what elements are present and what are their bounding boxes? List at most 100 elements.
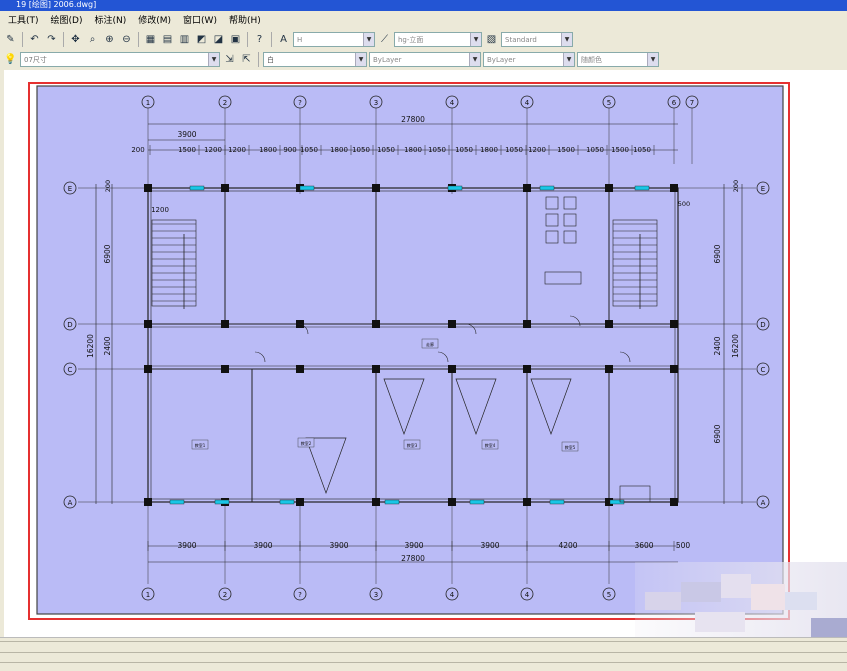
- lightbulb-icon[interactable]: 💡: [3, 52, 18, 67]
- column: [221, 365, 229, 373]
- left-total-dim: 16200: [86, 334, 95, 358]
- zoom-previous-icon[interactable]: ⊖: [119, 32, 134, 47]
- color-select[interactable]: 白 ▼: [263, 52, 367, 67]
- chevron-down-icon: ▼: [470, 33, 481, 46]
- toolbar-separator: [258, 52, 259, 67]
- axis-label-right: D: [760, 321, 765, 329]
- dim-style-icon[interactable]: ⟋: [377, 32, 392, 47]
- column: [670, 320, 678, 328]
- left-dim: 2400: [103, 336, 112, 355]
- properties-icon[interactable]: ▦: [143, 32, 158, 47]
- linetype-value: ByLayer: [373, 55, 402, 64]
- axis-label-top: 1: [146, 99, 150, 107]
- column: [144, 320, 152, 328]
- toolbar-separator: [271, 32, 272, 47]
- top-detail-dim: 1200: [204, 146, 222, 154]
- axis-label-top: 3: [374, 99, 378, 107]
- window: [299, 185, 315, 191]
- axis-label-top: 4: [525, 99, 530, 107]
- chevron-down-icon: ▼: [561, 33, 572, 46]
- menu-tools[interactable]: 工具(T): [2, 13, 45, 29]
- layer-select[interactable]: 07尺寸 ▼: [20, 52, 220, 67]
- pan-icon[interactable]: ✥: [68, 32, 83, 47]
- lineweight-select[interactable]: ByLayer ▼: [483, 52, 575, 67]
- pencil-icon[interactable]: ✎: [3, 32, 18, 47]
- model-space[interactable]: 1 2? 3 4 4 5 6 7 1 2? 3 4 4 5 E D C A E D C A 27800 3900 200 1500…: [4, 70, 847, 637]
- right-total-dim: 16200: [731, 334, 740, 358]
- menu-help[interactable]: 帮助(H): [223, 13, 267, 29]
- toolbar-separator: [63, 32, 64, 47]
- help-icon[interactable]: ?: [252, 32, 267, 47]
- markup-icon[interactable]: ◪: [211, 32, 226, 47]
- axis-label-right: A: [761, 499, 766, 507]
- undo-icon[interactable]: ↶: [27, 32, 42, 47]
- chevron-down-icon: ▼: [469, 53, 480, 66]
- bottom-dim: 3600: [634, 541, 653, 550]
- axis-label-right: C: [761, 366, 766, 374]
- axis-label-left: C: [68, 366, 73, 374]
- column: [372, 320, 380, 328]
- menu-modify[interactable]: 修改(M): [132, 13, 177, 29]
- lineweight-value: ByLayer: [487, 55, 516, 64]
- table-style-icon[interactable]: ▧: [484, 32, 499, 47]
- left-dim: 200: [104, 180, 112, 192]
- standard-toolbar: ✎ ↶ ↷ ✥ ⌕ ⊕ ⊖ ▦ ▤ ▥ ◩ ◪ ▣ ? A H ▼ ⟋ hg-立面…: [0, 30, 847, 49]
- zoom-window-icon[interactable]: ⊕: [102, 32, 117, 47]
- top-detail-dim: 1800: [259, 146, 277, 154]
- top-detail-dim: 1500: [557, 146, 575, 154]
- column: [523, 320, 531, 328]
- chevron-down-icon: ▼: [563, 53, 574, 66]
- axis-label-top: 5: [607, 99, 611, 107]
- right-dim: 6900: [713, 424, 722, 443]
- floor-plan[interactable]: 1 2? 3 4 4 5 6 7 1 2? 3 4 4 5 E D C A E D C A 27800 3900 200 1500…: [30, 84, 788, 618]
- top-detail-dim: 1800: [330, 146, 348, 154]
- column: [670, 498, 678, 506]
- bottom-dim: 3900: [480, 541, 499, 550]
- chevron-down-icon: ▼: [363, 33, 374, 46]
- column: [670, 184, 678, 192]
- table-style-select[interactable]: Standard ▼: [501, 32, 573, 47]
- text-style-select[interactable]: H ▼: [293, 32, 375, 47]
- menu-dimension[interactable]: 标注(N): [88, 13, 132, 29]
- menu-window[interactable]: 窗口(W): [177, 13, 223, 29]
- right-dim: 200: [732, 180, 740, 192]
- design-center-icon[interactable]: ▤: [160, 32, 175, 47]
- title-bar: 19 [绘图] 2006.dwg]: [0, 0, 847, 11]
- dim-style-select[interactable]: hg-立面 ▼: [394, 32, 482, 47]
- layer-previous-icon[interactable]: ⇱: [239, 52, 254, 67]
- axis-label-bottom: 4: [450, 591, 455, 599]
- color-value: 白: [267, 55, 274, 64]
- axis-label-top: 4: [450, 99, 455, 107]
- window: [549, 499, 565, 505]
- menu-draw[interactable]: 绘图(D): [45, 13, 89, 29]
- axis-label-top: 2: [223, 99, 227, 107]
- axis-label-right: E: [761, 185, 765, 193]
- column: [221, 184, 229, 192]
- zoom-realtime-icon[interactable]: ⌕: [85, 32, 100, 47]
- column: [448, 320, 456, 328]
- linetype-select[interactable]: ByLayer ▼: [369, 52, 481, 67]
- top-detail-dim: 200: [131, 146, 144, 154]
- bottom-dim: 500: [676, 541, 691, 550]
- axis-label-left: D: [67, 321, 72, 329]
- sheet-set-icon[interactable]: ◩: [194, 32, 209, 47]
- plotstyle-select[interactable]: 随颜色 ▼: [577, 52, 659, 67]
- bottom-dim: 3900: [329, 541, 348, 550]
- pixelated-overlay: [635, 562, 847, 642]
- column: [144, 184, 152, 192]
- room-label: 教室5: [565, 444, 576, 450]
- top-detail-dim: 1050: [377, 146, 395, 154]
- room-label: 教室1: [195, 442, 206, 448]
- axis-label-top: 6: [672, 99, 677, 107]
- bottom-dim: 3900: [177, 541, 196, 550]
- tool-palette-icon[interactable]: ▥: [177, 32, 192, 47]
- axis-label-bottom: 4: [525, 591, 530, 599]
- chevron-down-icon: ▼: [208, 53, 219, 66]
- text-style-icon[interactable]: A: [276, 32, 291, 47]
- redo-icon[interactable]: ↷: [44, 32, 59, 47]
- top-detail-dim: 1500: [178, 146, 196, 154]
- make-current-layer-icon[interactable]: ⇲: [222, 52, 237, 67]
- top-detail-dim: 1200: [228, 146, 246, 154]
- calculator-icon[interactable]: ▣: [228, 32, 243, 47]
- window-title: 19 [绘图] 2006.dwg]: [16, 0, 97, 9]
